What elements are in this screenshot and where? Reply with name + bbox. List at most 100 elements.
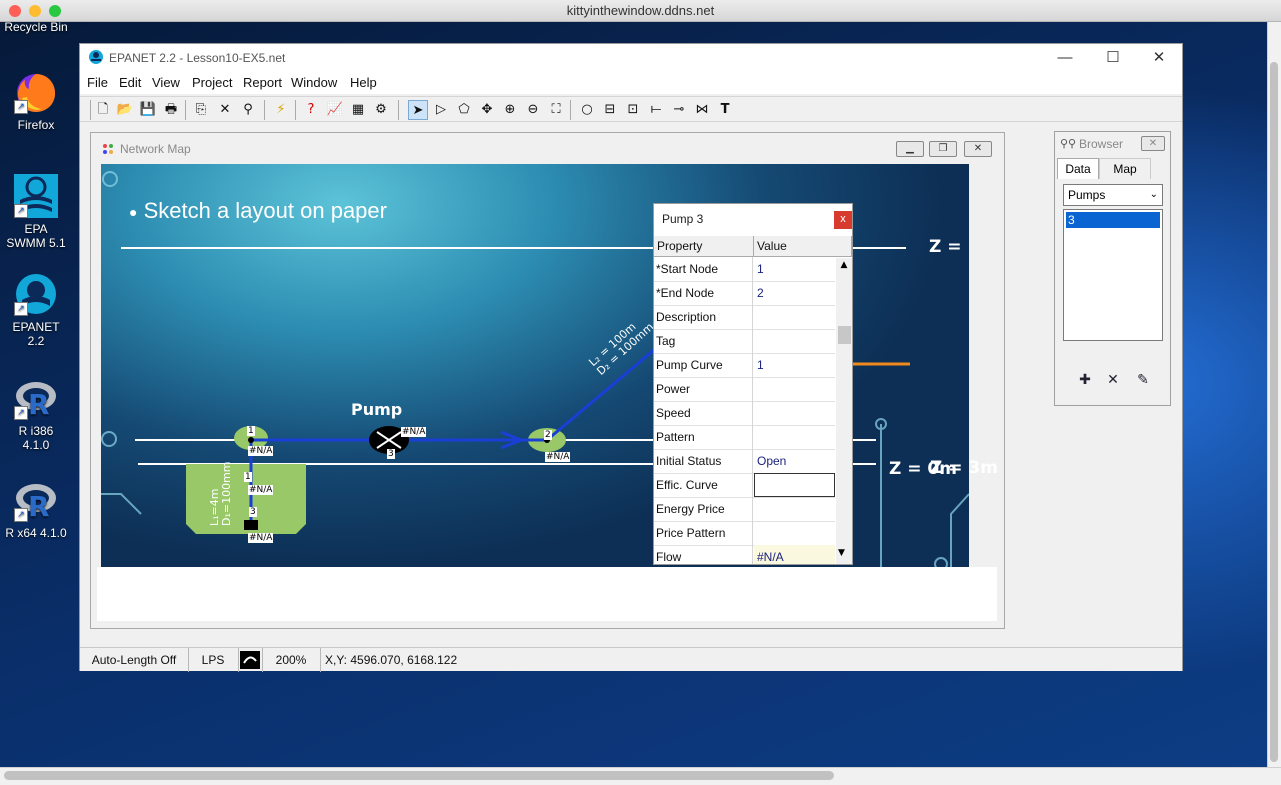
object-list[interactable]: 3 — [1063, 209, 1163, 341]
browser-tab-data[interactable]: Data — [1057, 158, 1099, 179]
desktop-icon-epanet[interactable]: ↗ EPANET 2.2 — [4, 272, 68, 348]
edit-object-icon[interactable]: ✎ — [1133, 370, 1153, 390]
viewer-vertical-scroll-thumb[interactable] — [1270, 62, 1278, 762]
epanet-titlebar: EPANET 2.2 - Lesson10-EX5.net — ☐ ✕ — [80, 44, 1182, 72]
coordinates-status: X,Y: 4596.070, 6168.122 — [325, 653, 458, 667]
property-row[interactable]: Price Pattern — [654, 521, 835, 546]
menu-view[interactable]: View — [152, 75, 180, 90]
add-valve-icon[interactable]: ⋈ — [692, 100, 712, 120]
minimize-button[interactable]: — — [1042, 44, 1088, 72]
close-button[interactable]: ✕ — [1136, 44, 1182, 72]
list-item[interactable]: 3 — [1066, 212, 1160, 228]
select-vertex-icon[interactable]: ▷ — [431, 100, 451, 120]
save-icon[interactable]: 💾 — [138, 100, 158, 120]
property-row[interactable]: Speed — [654, 401, 835, 426]
object-category-select[interactable]: Pumps ⌄ — [1063, 184, 1163, 206]
run-lightning-icon[interactable]: ⚡ — [271, 100, 291, 120]
minimize-window-button[interactable] — [29, 5, 41, 17]
elevation-label-10m: Z = 10m — [929, 237, 969, 257]
property-grid: *Start Node 1 *End Node 2 Description Tag … — [654, 257, 835, 564]
property-editor-close-button[interactable]: x — [834, 211, 852, 229]
desktop-icon-label: EPA SWMM 5.1 — [6, 222, 66, 250]
add-label-icon[interactable]: T — [715, 100, 735, 120]
desktop-icon-recycle-bin[interactable]: Recycle Bin — [4, 20, 68, 34]
scroll-down-icon[interactable]: ▼ — [838, 548, 845, 558]
na-label: #N/A — [248, 446, 274, 456]
flow-units-status: LPS — [188, 648, 239, 672]
menubar: File Edit View Project Report Window Hel… — [80, 72, 1182, 94]
property-row[interactable]: Flow #N/A — [654, 545, 835, 564]
delete-icon[interactable]: ✕ — [215, 100, 235, 120]
node-id-label: 3 — [249, 507, 257, 517]
browser-panel: ⚲⚲ Browser ✕ Data Map Pumps ⌄ 3 ✚ ✕ ✎ — [1054, 131, 1171, 406]
property-row-pump-curve[interactable]: Pump Curve 1 — [654, 353, 835, 378]
scroll-up-icon[interactable]: ▲ — [836, 260, 852, 270]
new-file-icon[interactable]: 🗋 — [93, 100, 113, 120]
find-binoculars-icon[interactable]: ⚲ — [238, 100, 258, 120]
menu-window[interactable]: Window — [291, 75, 337, 90]
select-object-icon[interactable]: ➤ — [408, 100, 428, 120]
property-row[interactable]: *Start Node 1 — [654, 257, 835, 282]
network-map-window: Network Map ▁ ❐ ✕ ● Sketch a layout on p… — [90, 132, 1005, 629]
property-row[interactable]: Power — [654, 377, 835, 402]
property-row[interactable]: Pattern — [654, 425, 835, 450]
node-id-label: 1 — [244, 472, 252, 482]
query-icon[interactable]: ? — [301, 100, 321, 120]
close-window-button[interactable] — [9, 5, 21, 17]
status-bar: Auto-Length Off LPS 200% X,Y: 4596.070, … — [80, 647, 1182, 672]
desktop-icon-r-i386[interactable]: R ↗ R i386 4.1.0 — [4, 376, 68, 452]
pan-icon[interactable]: ✥ — [477, 100, 497, 120]
options-icon[interactable]: ⚙ — [371, 100, 391, 120]
add-junction-icon[interactable]: ○ — [577, 100, 597, 120]
epanet-app-icon — [88, 49, 104, 65]
menu-edit[interactable]: Edit — [119, 75, 141, 90]
menu-file[interactable]: File — [87, 75, 108, 90]
desktop-icon-r-x64[interactable]: R ↗ R x64 4.1.0 — [4, 478, 68, 540]
menu-report[interactable]: Report — [243, 75, 282, 90]
add-object-icon[interactable]: ✚ — [1075, 370, 1095, 390]
run-status-icon — [238, 648, 263, 672]
map-minimize-button[interactable]: ▁ — [896, 141, 924, 157]
property-editor-title: Pump 3 — [662, 212, 704, 226]
menu-project[interactable]: Project — [192, 75, 232, 90]
add-tank-icon[interactable]: ⊡ — [623, 100, 643, 120]
browser-tab-map[interactable]: Map — [1099, 158, 1151, 179]
node-id-label: 3 — [387, 449, 395, 459]
graph-icon[interactable]: 📈 — [325, 100, 345, 120]
add-pipe-icon[interactable]: ⟝ — [646, 100, 666, 120]
property-row[interactable]: *End Node 2 — [654, 281, 835, 306]
zoom-in-icon[interactable]: ⊕ — [500, 100, 520, 120]
map-close-button[interactable]: ✕ — [964, 141, 992, 157]
print-icon[interactable]: 🖶 — [161, 100, 181, 120]
property-scroll-thumb[interactable] — [838, 326, 851, 344]
desktop-icon-epa-swmm[interactable]: ↗ EPA SWMM 5.1 — [4, 174, 68, 250]
zoom-window-button[interactable] — [49, 5, 61, 17]
copy-icon[interactable]: ⎘ — [191, 100, 211, 120]
menu-help[interactable]: Help — [350, 75, 377, 90]
property-editor: Pump 3 x Property Value *Start Node 1 *En… — [653, 203, 853, 565]
lower-pipe-label: L₁=4m D₁=100mm — [208, 461, 233, 526]
select-region-icon[interactable]: ⬠ — [454, 100, 474, 120]
viewer-horizontal-scroll-thumb[interactable] — [4, 771, 834, 780]
property-row[interactable]: Description — [654, 305, 835, 330]
property-row[interactable]: Tag — [654, 329, 835, 354]
desktop-icon-firefox[interactable]: ↗ Firefox — [4, 70, 68, 132]
maximize-button[interactable]: ☐ — [1090, 44, 1136, 72]
open-folder-icon[interactable]: 📂 — [115, 100, 135, 120]
node-id-label: 2 — [544, 430, 552, 440]
zoom-out-icon[interactable]: ⊖ — [523, 100, 543, 120]
auto-length-status[interactable]: Auto-Length Off — [80, 648, 189, 672]
property-row[interactable]: Initial Status Open — [654, 449, 835, 474]
delete-object-icon[interactable]: ✕ — [1103, 370, 1123, 390]
table-icon[interactable]: ▦ — [348, 100, 368, 120]
shortcut-arrow-icon: ↗ — [14, 204, 28, 218]
full-extent-icon[interactable]: ⛶ — [546, 100, 566, 120]
epanet-window: EPANET 2.2 - Lesson10-EX5.net — ☐ ✕ File… — [79, 43, 1183, 672]
add-reservoir-icon[interactable]: ⊟ — [600, 100, 620, 120]
map-restore-button[interactable]: ❐ — [929, 141, 957, 157]
property-scrollbar[interactable]: ▲ — [836, 258, 852, 564]
browser-close-button[interactable]: ✕ — [1141, 136, 1165, 151]
property-row-effic-curve[interactable]: Effic. Curve — [654, 473, 835, 498]
add-pump-icon[interactable]: ⊸ — [669, 100, 689, 120]
property-row[interactable]: Energy Price — [654, 497, 835, 522]
